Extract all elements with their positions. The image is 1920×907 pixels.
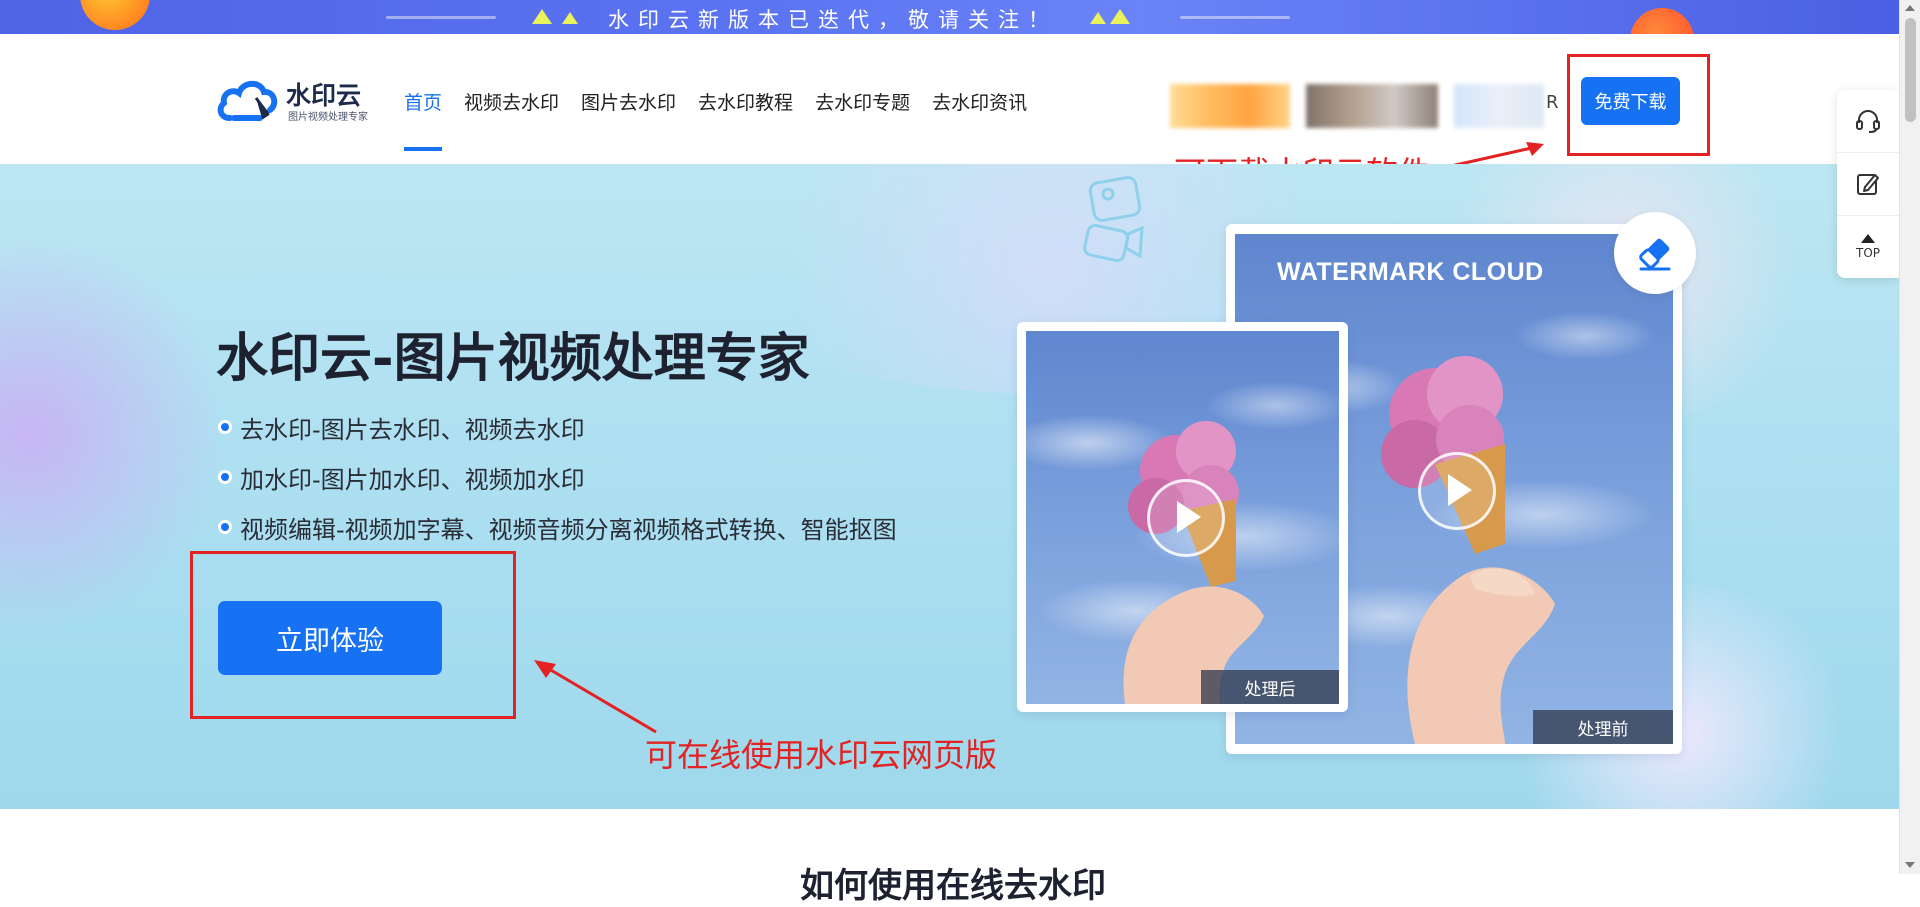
logo-subtitle: 图片视频处理专家 [288,112,368,123]
annotation-web-note: 可在线使用水印云网页版 [645,736,998,774]
back-to-top-label: TOP [1855,246,1880,260]
hero-glow [0,224,220,644]
play-icon[interactable] [1147,479,1225,557]
main-nav: 首页 视频去水印 图片去水印 去水印教程 去水印专题 去水印资讯 [404,88,1049,151]
feedback-button[interactable] [1837,153,1899,216]
banner-line-right [1180,16,1290,19]
banner-line-left [386,16,496,19]
back-to-top-button[interactable]: TOP [1837,216,1899,278]
decorative-orb-right [1630,8,1694,34]
blurred-tail-text: R [1546,92,1559,113]
watermark-overlay-text: WATERMARK CLOUD [1277,258,1544,286]
bullet-dot-icon [218,470,232,484]
feature-item: 加水印-图片加水印、视频加水印 [218,452,897,502]
nav-item-video-watermark-removal[interactable]: 视频去水印 [464,88,559,115]
edit-icon [1857,174,1879,195]
banner-triangle [532,9,552,24]
nav-item-tutorials[interactable]: 去水印教程 [698,88,793,115]
eraser-badge [1614,212,1696,294]
banner-triangle [1090,12,1106,24]
nav-item-topics[interactable]: 去水印专题 [815,88,910,115]
logo-title: 水印云 [286,81,362,110]
arrow-up-icon [1861,234,1875,243]
scroll-down-arrow-icon[interactable] [1905,862,1915,868]
blurred-user-area [1454,84,1544,128]
decorative-orb-left [80,0,150,30]
after-image-card: 处理后 [1017,322,1348,712]
customer-service-button[interactable] [1837,90,1899,153]
flower-cone-illustration [1381,356,1555,744]
annotation-box-download [1567,54,1710,156]
after-photo[interactable]: 处理后 [1026,331,1339,704]
after-tag: 处理后 [1201,670,1339,704]
banner-triangle [562,12,578,24]
feature-text: 视频编辑-视频加字幕、视频音频分离视频格式转换、智能抠图 [240,515,897,544]
play-icon[interactable] [1418,452,1496,530]
site-logo[interactable]: 水印云 图片视频处理专家 [216,74,376,126]
feature-text: 去水印-图片去水印、视频去水印 [240,415,585,444]
feature-item: 视频编辑-视频加字幕、视频音频分离视频格式转换、智能抠图 [218,502,897,552]
nav-item-news[interactable]: 去水印资讯 [932,88,1027,115]
banner-text: 水印云新版本已迭代，敬请关注！ [608,8,1058,32]
announcement-banner[interactable]: 水印云新版本已迭代，敬请关注！ [0,0,1899,34]
annotation-arrow-icon [534,660,657,734]
page-scrollbar[interactable] [1899,0,1920,874]
scroll-up-arrow-icon[interactable] [1905,5,1915,11]
bullet-dot-icon [218,520,232,534]
annotation-box-web [190,551,516,719]
floating-side-tools: TOP [1837,90,1899,278]
hero-title: 水印云-图片视频处理专家 [216,329,810,389]
section-title: 如何使用在线去水印 [800,866,1106,906]
banner-triangle [1110,9,1130,24]
feature-list: 去水印-图片去水印、视频去水印 加水印-图片加水印、视频加水印 视频编辑-视频加… [218,402,897,552]
feature-text: 加水印-图片加水印、视频加水印 [240,465,585,494]
blurred-user-area [1306,84,1438,128]
feature-item: 去水印-图片去水印、视频去水印 [218,402,897,452]
nav-item-home[interactable]: 首页 [404,88,443,151]
flower-cone-illustration [1123,421,1264,704]
eraser-icon [1639,238,1671,271]
headset-icon [1856,110,1880,133]
nav-item-image-watermark-removal[interactable]: 图片去水印 [581,88,676,115]
bullet-dot-icon [218,420,232,434]
scrollbar-thumb[interactable] [1905,18,1916,122]
cloud-logo-icon [217,80,278,121]
before-tag: 处理前 [1533,710,1673,744]
decorative-media-icon [1083,176,1144,263]
blurred-user-area [1170,84,1290,128]
